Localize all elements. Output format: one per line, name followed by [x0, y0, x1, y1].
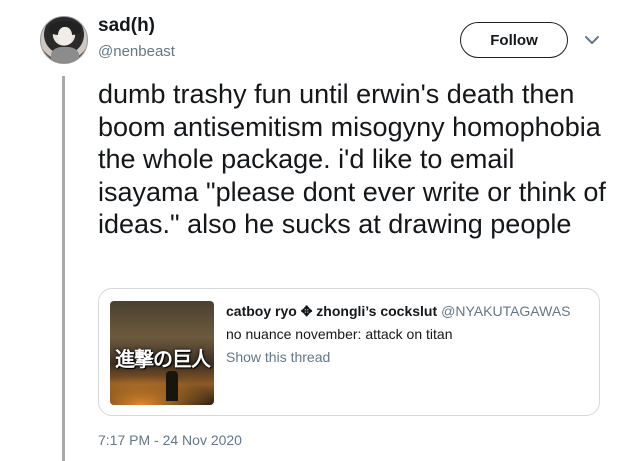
quoted-tweet-thumbnail[interactable]: 進撃の巨人: [110, 301, 214, 405]
quoted-author-handle: @NYAKUTAGAWAS: [441, 303, 571, 319]
show-thread-link[interactable]: Show this thread: [226, 349, 330, 365]
thread-line: [62, 76, 65, 461]
quoted-author[interactable]: catboy ryo ✥ zhongli’s cockslut @NYAKUTAG…: [226, 303, 571, 320]
follow-button[interactable]: Follow: [460, 22, 568, 58]
tweet-text: dumb trashy fun until erwin's death then…: [98, 79, 606, 239]
quoted-tweet-text: no nuance november: attack on titan: [226, 326, 453, 342]
user-handle[interactable]: @nenbeast: [98, 43, 175, 60]
chevron-down-icon[interactable]: [582, 30, 602, 50]
thumbnail-title: 進撃の巨人: [115, 347, 211, 371]
avatar[interactable]: [40, 16, 88, 64]
quoted-author-name: catboy ryo ✥ zhongli’s cockslut: [226, 303, 438, 319]
tweet-timestamp[interactable]: 7:17 PM - 24 Nov 2020: [98, 432, 242, 448]
display-name[interactable]: sad(h): [98, 15, 155, 37]
quoted-tweet-card[interactable]: 進撃の巨人 catboy ryo ✥ zhongli’s cockslut @NY…: [98, 288, 600, 416]
